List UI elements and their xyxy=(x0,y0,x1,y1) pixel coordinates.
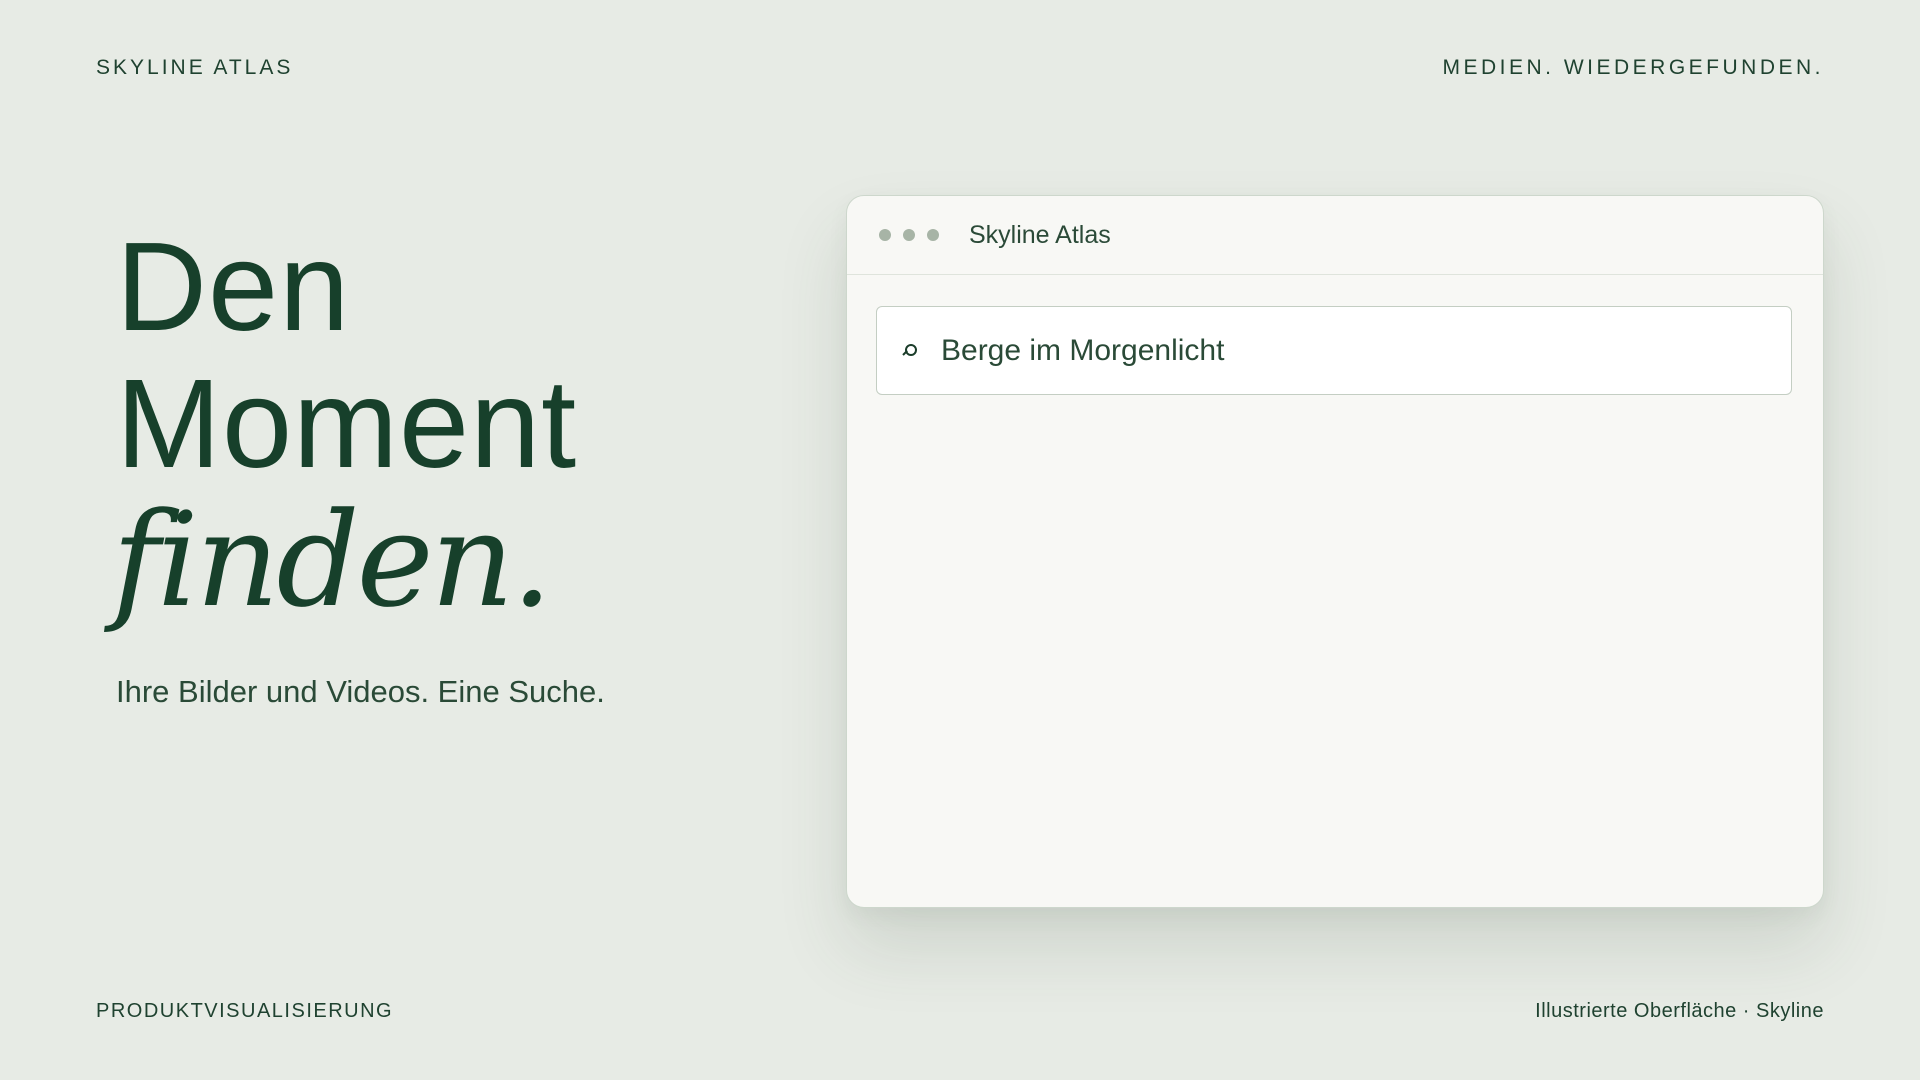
window-dot[interactable] xyxy=(903,229,915,241)
footer-caption: Illustrierte Oberfläche · Skyline xyxy=(1535,1000,1824,1022)
footer-label: PRODUKTVISUALISIERUNG xyxy=(96,1000,394,1022)
app-window-mockup: Skyline Atlas xyxy=(846,195,1824,908)
hero-subline: Ihre Bilder und Videos. Eine Suche. xyxy=(116,674,605,709)
search-bar[interactable] xyxy=(876,306,1792,395)
hero-headline: Den Moment finden. xyxy=(112,216,578,629)
window-titlebar: Skyline Atlas xyxy=(847,196,1823,275)
search-icon xyxy=(902,343,917,358)
window-dot[interactable] xyxy=(927,229,939,241)
brand-label: SKYLINE ATLAS xyxy=(96,56,294,79)
window-title: Skyline Atlas xyxy=(969,220,1111,249)
headline-line-2: Moment xyxy=(116,353,578,494)
search-input[interactable] xyxy=(941,333,1761,368)
headline-line-3: finden. xyxy=(112,484,553,636)
window-controls xyxy=(879,229,939,241)
tagline: MEDIEN. WIEDERGEFUNDEN. xyxy=(1442,56,1824,79)
window-dot[interactable] xyxy=(879,229,891,241)
headline-line-1: Den xyxy=(116,216,351,357)
